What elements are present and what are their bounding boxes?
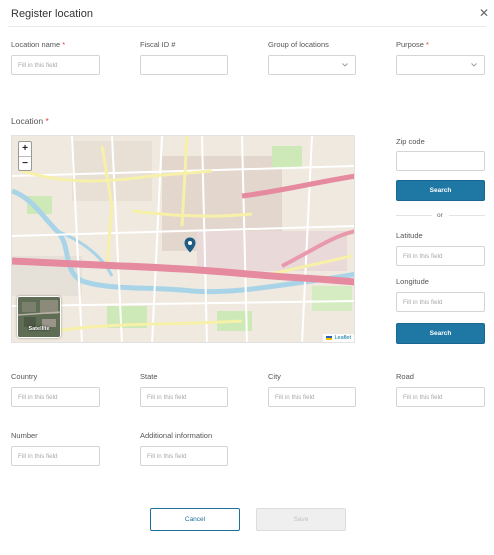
location-name-input[interactable] [18,61,93,69]
chevron-down-icon [342,63,348,67]
additional-info-input[interactable] [147,452,221,460]
required-marker: * [62,40,66,49]
number-field[interactable] [11,446,100,466]
attribution-link[interactable]: Leaflet [334,335,351,341]
coordinates-search-button[interactable]: Search [396,323,485,344]
number-label: Number [11,431,38,440]
header-divider [8,26,486,27]
zip-search-button[interactable]: Search [396,180,485,201]
latitude-field[interactable] [396,246,485,266]
city-input[interactable] [275,393,349,401]
longitude-input[interactable] [403,298,478,306]
road-input[interactable] [403,393,478,401]
city-label: City [268,372,281,381]
or-divider-left [396,215,432,216]
purpose-select[interactable] [396,55,485,75]
fiscal-id-field[interactable] [140,55,228,75]
group-select[interactable] [268,55,356,75]
save-button[interactable]: Save [256,508,346,531]
fiscal-id-label: Fiscal ID # [140,40,176,49]
location-section-title: Location * [11,116,49,126]
group-label: Group of locations [268,40,329,49]
road-label: Road [396,372,414,381]
state-field[interactable] [140,387,228,407]
required-marker: * [45,116,49,126]
flag-icon [326,335,333,340]
state-input[interactable] [147,393,221,401]
longitude-label: Longitude [396,277,429,286]
satellite-label: Satellite [28,326,50,332]
city-field[interactable] [268,387,356,407]
required-marker: * [426,40,429,49]
zoom-in-button[interactable]: + [19,142,31,156]
zip-code-field[interactable] [396,151,485,171]
latitude-label: Latitude [396,231,423,240]
zip-code-input[interactable] [403,157,478,165]
road-field[interactable] [396,387,485,407]
state-label: State [140,372,158,381]
zoom-controls: + − [18,141,32,171]
number-input[interactable] [18,452,93,460]
location-name-field[interactable] [11,55,100,75]
longitude-field[interactable] [396,292,485,312]
map-marker-icon[interactable] [184,237,196,253]
location-name-label: Location name * [11,40,66,49]
map-attribution[interactable]: Leaflet [323,334,354,342]
country-field[interactable] [11,387,100,407]
satellite-toggle[interactable]: Satellite [17,296,61,338]
purpose-label: Purpose * [396,40,429,49]
country-label: Country [11,372,38,381]
additional-info-field[interactable] [140,446,228,466]
chevron-down-icon [471,63,477,67]
or-label: or [437,212,443,219]
cancel-button[interactable]: Cancel [150,508,240,531]
fiscal-id-input[interactable] [147,61,221,69]
location-map[interactable]: + − Satellite Leaflet [11,135,355,343]
zip-code-label: Zip code [396,137,425,146]
latitude-input[interactable] [403,252,478,260]
country-input[interactable] [18,393,93,401]
zoom-out-button[interactable]: − [19,156,31,170]
or-divider-right [449,215,485,216]
close-icon[interactable]: ✕ [478,7,490,19]
dialog-title: Register location [11,8,93,20]
additional-info-label: Additional information [140,431,213,440]
